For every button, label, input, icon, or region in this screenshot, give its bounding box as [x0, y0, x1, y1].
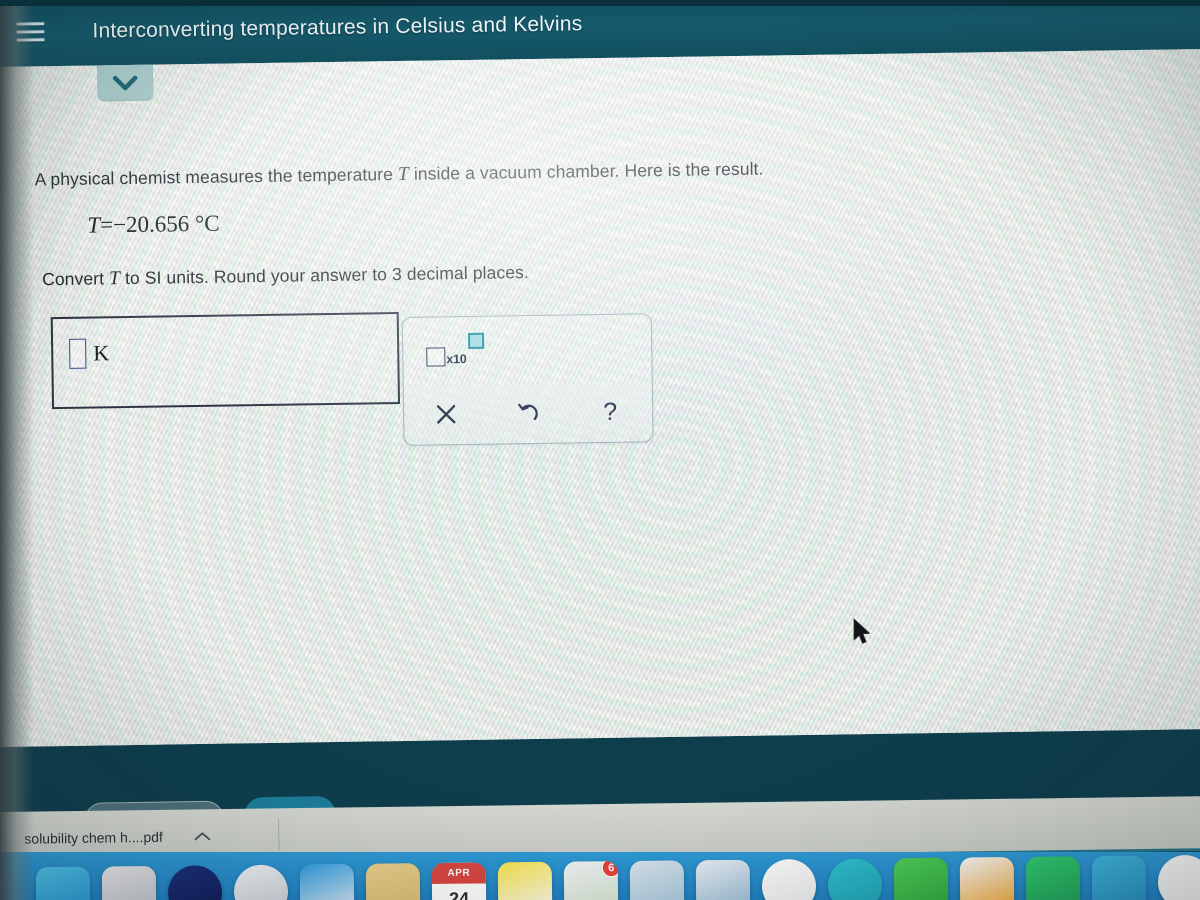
variable-T: T	[397, 163, 410, 186]
dock-icon-keynote[interactable]	[1091, 855, 1147, 900]
dock-icon-notes[interactable]	[365, 863, 421, 900]
dock-icon-facetime[interactable]	[893, 857, 949, 900]
answer-unit-label: K	[93, 340, 110, 366]
dock-icon-maps[interactable]: 6	[563, 861, 619, 900]
dock-icon-launchpad[interactable]	[101, 865, 157, 900]
math-tool-palette: x10 ?	[401, 313, 654, 446]
dock-icon-mail[interactable]	[233, 864, 289, 900]
problem-statement: A physical chemist measures the temperat…	[35, 159, 764, 192]
dock-icon-photos[interactable]	[761, 859, 817, 900]
answer-input[interactable]	[69, 338, 87, 369]
prompt-text-a: A physical chemist measures the temperat…	[34, 164, 394, 190]
equation-variable: T	[87, 212, 101, 238]
dock-icon-numbers[interactable]	[1025, 856, 1081, 900]
hamburger-line	[16, 22, 45, 26]
calendar-day-label: 24	[431, 883, 487, 900]
dock-icon-safari[interactable]	[167, 865, 223, 900]
dock-icon-list: APR2461	[35, 853, 1200, 900]
hamburger-line	[16, 38, 45, 42]
answer-entry-box[interactable]: K	[50, 312, 401, 410]
mantissa-slot-icon	[426, 347, 446, 367]
question-panel: A physical chemist measures the temperat…	[0, 48, 1200, 870]
screen-bezel-top	[0, 0, 1200, 6]
chevron-up-icon[interactable]	[193, 830, 211, 842]
dock-icon-contacts[interactable]	[299, 863, 355, 900]
problem-instruction: Convert T to SI units. Round your answer…	[42, 262, 529, 291]
tool-button-row: ?	[404, 382, 652, 444]
given-equation: T=−20.656 °C	[87, 211, 220, 239]
variable-T: T	[108, 268, 121, 290]
dock-icon-music[interactable]	[1157, 854, 1200, 900]
download-item[interactable]: solubility chem h....pdf	[24, 828, 211, 847]
browser-window: MEASUREMENT AND MATTER Interconverting t…	[0, 0, 1200, 870]
dock-icon-photos-alt[interactable]	[629, 860, 685, 900]
dock-icon-finder[interactable]	[35, 866, 91, 900]
exponent-slot-icon	[467, 332, 485, 349]
sci-notation-label: x10	[446, 352, 467, 367]
undo-button[interactable]	[487, 399, 569, 427]
help-button[interactable]: ?	[569, 397, 651, 425]
screen-photo: MEASUREMENT AND MATTER Interconverting t…	[0, 0, 1200, 900]
accordion-toggle-tab[interactable]	[96, 64, 154, 102]
page-title: Interconverting temperatures in Celsius …	[92, 12, 583, 43]
equation-value: =−20.656 °C	[99, 210, 220, 238]
macos-dock: APR2461	[0, 852, 1200, 900]
prompt-text-b: inside a vacuum chamber. Here is the res…	[413, 158, 764, 184]
instruction-text-b: to SI units. Round your answer to 3 deci…	[124, 262, 530, 289]
close-icon	[436, 405, 456, 424]
calendar-month-label: APR	[431, 862, 486, 884]
scientific-notation-button[interactable]: x10	[426, 332, 485, 373]
instruction-text-a: Convert	[41, 268, 105, 290]
dock-icon-calendar[interactable]: APR 24	[431, 862, 487, 900]
dock-icon-pages[interactable]	[959, 856, 1015, 900]
dock-icon-preview[interactable]	[695, 859, 751, 900]
dock-badge: 6	[601, 861, 619, 878]
chevron-down-icon	[112, 75, 138, 91]
clear-button[interactable]	[405, 401, 487, 429]
hamburger-line	[16, 30, 45, 34]
shelf-divider	[278, 818, 280, 851]
dock-icon-reminders[interactable]	[497, 861, 553, 900]
hamburger-menu-icon[interactable]	[16, 22, 45, 42]
undo-arrow-icon	[518, 403, 538, 421]
dock-icon-messages[interactable]	[827, 858, 883, 900]
download-file-name: solubility chem h....pdf	[24, 828, 163, 847]
